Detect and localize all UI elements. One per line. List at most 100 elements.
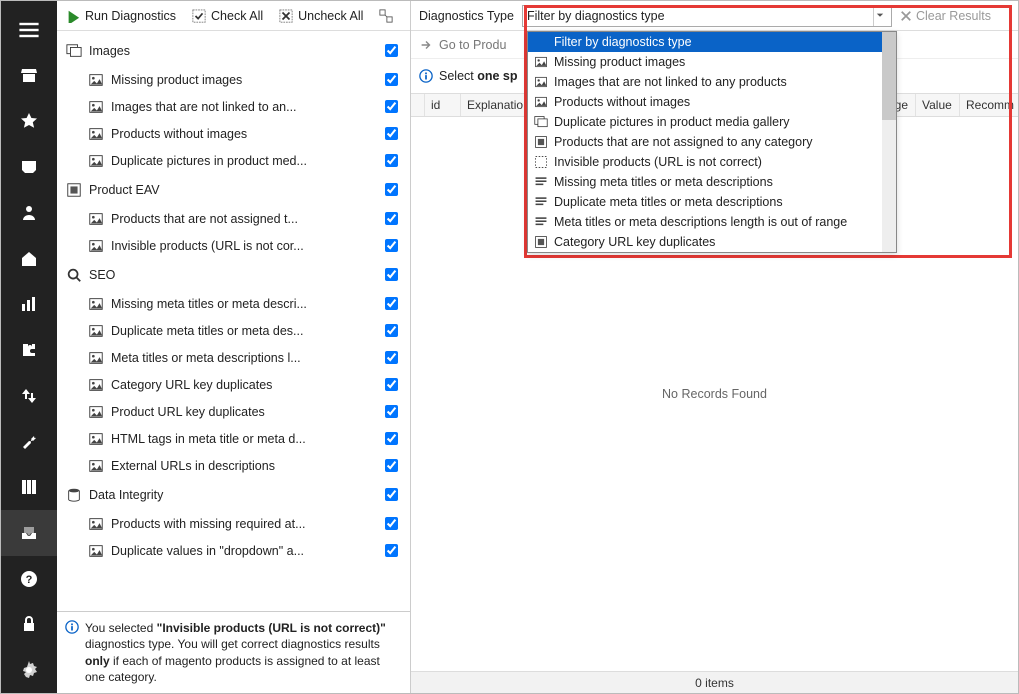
group-checkbox[interactable] [376,485,406,504]
item-checkbox[interactable] [376,70,406,89]
item-checkbox[interactable] [376,429,406,448]
tree-item[interactable]: HTML tags in meta title or meta d... [61,425,406,452]
tree-item[interactable]: Images that are not linked to an... [61,93,406,120]
tree-item[interactable]: External URLs in descriptions [61,452,406,479]
tree-item[interactable]: Missing product images [61,66,406,93]
item-label: Category URL key duplicates [111,378,376,392]
uncheck-all-icon [279,9,293,23]
dropdown-item[interactable]: Missing product images [528,52,896,72]
group-checkbox[interactable] [376,265,406,284]
item-checkbox[interactable] [376,348,406,367]
tree-item[interactable]: Duplicate pictures in product med... [61,147,406,174]
star-icon[interactable] [1,98,57,144]
group-checkbox[interactable] [376,41,406,60]
tree-item[interactable]: Duplicate values in "dropdown" a... [61,537,406,564]
dropdown-item-icon [534,195,548,209]
dropdown-item[interactable]: Meta titles or meta descriptions length … [528,212,896,232]
group-label: SEO [89,268,376,282]
dropdown-item[interactable]: Duplicate meta titles or meta descriptio… [528,192,896,212]
chevron-down-icon [873,6,887,26]
tree-group[interactable]: Images [61,35,406,66]
diagnostics-tree[interactable]: Images Missing product images Images tha… [57,31,410,611]
expand-collapse-button[interactable] [376,7,396,25]
item-icon [87,322,105,340]
dropdown-item[interactable]: Duplicate pictures in product media gall… [528,112,896,132]
col-recomm[interactable]: Recomm [960,94,1018,116]
tree-item[interactable]: Products with missing required at... [61,510,406,537]
item-checkbox[interactable] [376,456,406,475]
item-checkbox[interactable] [376,151,406,170]
item-checkbox[interactable] [376,321,406,340]
diagnostics-type-dropdown[interactable]: Filter by diagnostics type [522,5,892,27]
item-checkbox[interactable] [376,514,406,533]
item-label: HTML tags in meta title or meta d... [111,432,376,446]
chart-icon[interactable] [1,281,57,327]
uncheck-all-label: Uncheck All [298,9,363,23]
dropdown-item[interactable]: Images that are not linked to any produc… [528,72,896,92]
updown-icon[interactable] [1,373,57,419]
help-icon[interactable] [1,556,57,602]
tree-group[interactable]: Data Integrity [61,479,406,510]
gear-icon[interactable] [1,647,57,693]
item-checkbox[interactable] [376,209,406,228]
item-label: Products that are not assigned t... [111,212,376,226]
check-all-icon [192,9,206,23]
results-panel: Diagnostics Type Filter by diagnostics t… [411,1,1018,693]
tree-item[interactable]: Meta titles or meta descriptions l... [61,344,406,371]
item-checkbox[interactable] [376,402,406,421]
wrench-icon[interactable] [1,419,57,465]
tree-item[interactable]: Invisible products (URL is not cor... [61,232,406,259]
columns-icon[interactable] [1,464,57,510]
item-checkbox[interactable] [376,236,406,255]
col-value[interactable]: Value [916,94,960,116]
tree-item[interactable]: Products that are not assigned t... [61,205,406,232]
group-label: Images [89,44,376,58]
check-all-button[interactable]: Check All [189,7,266,25]
tree-item[interactable]: Product URL key duplicates [61,398,406,425]
tree-item[interactable]: Missing meta titles or meta descri... [61,290,406,317]
item-checkbox[interactable] [376,541,406,560]
dropdown-item[interactable]: Invisible products (URL is not correct) [528,152,896,172]
dropdown-item-label: Category URL key duplicates [554,235,715,249]
inbox-icon[interactable] [1,144,57,190]
clear-results-button[interactable]: Clear Results [900,9,991,23]
tree-item[interactable]: Category URL key duplicates [61,371,406,398]
dropdown-item[interactable]: Products that are not assigned to any ca… [528,132,896,152]
info-icon [65,620,79,638]
tray-icon[interactable] [1,510,57,556]
uncheck-all-button[interactable]: Uncheck All [276,7,366,25]
dropdown-scrollbar[interactable] [882,32,896,252]
tree-item[interactable]: Duplicate meta titles or meta des... [61,317,406,344]
dropdown-item[interactable]: Missing meta titles or meta descriptions [528,172,896,192]
diagnostics-type-value: Filter by diagnostics type [527,9,873,23]
store-icon[interactable] [1,53,57,99]
col-id[interactable]: id [425,94,461,116]
item-label: Products with missing required at... [111,517,376,531]
item-label: Duplicate meta titles or meta des... [111,324,376,338]
item-checkbox[interactable] [376,124,406,143]
group-label: Data Integrity [89,488,376,502]
tree-item[interactable]: Products without images [61,120,406,147]
item-label: Duplicate values in "dropdown" a... [111,544,376,558]
item-checkbox[interactable] [376,375,406,394]
item-checkbox[interactable] [376,97,406,116]
dropdown-item[interactable]: Filter by diagnostics type [528,32,896,52]
home-icon[interactable] [1,236,57,282]
hint-a: Select [439,69,477,83]
goto-product-button[interactable]: Go to Produ [439,38,506,52]
dropdown-item[interactable]: Products without images [528,92,896,112]
dropdown-item[interactable]: Category URL key duplicates [528,232,896,252]
tree-group[interactable]: Product EAV [61,174,406,205]
diagnostics-type-dropdown-list[interactable]: Filter by diagnostics typeMissing produc… [527,31,897,253]
item-checkbox[interactable] [376,294,406,313]
puzzle-icon[interactable] [1,327,57,373]
run-diagnostics-button[interactable]: Run Diagnostics [63,7,179,25]
group-checkbox[interactable] [376,180,406,199]
lock-icon[interactable] [1,602,57,648]
play-icon [66,9,80,23]
tree-group[interactable]: SEO [61,259,406,290]
dropdown-item-label: Meta titles or meta descriptions length … [554,215,847,229]
person-icon[interactable] [1,190,57,236]
dropdown-item-icon [534,155,548,169]
menu-icon[interactable] [1,7,57,53]
